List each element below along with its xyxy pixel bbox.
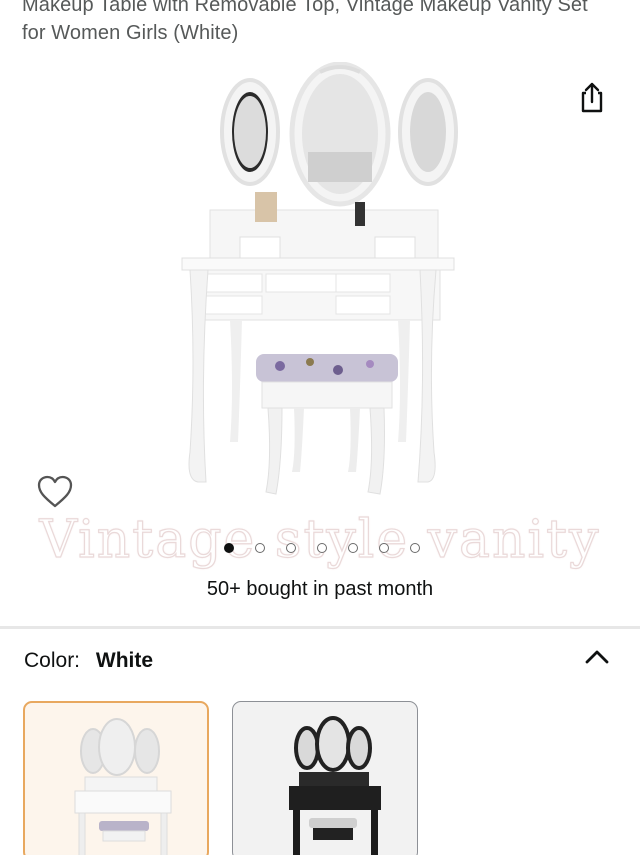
add-to-wishlist-button[interactable] <box>36 474 74 510</box>
swatch-image-white <box>74 718 172 855</box>
share-button[interactable] <box>576 80 608 114</box>
selected-color-value: White <box>95 649 154 672</box>
product-title-line-1: Makeup Table with Removable Top, Vintage… <box>22 0 588 16</box>
collapse-variations-button[interactable] <box>582 644 612 670</box>
carousel-dot[interactable] <box>224 543 234 553</box>
carousel-dot[interactable] <box>410 543 420 553</box>
image-watermark-text: Vintage style vanity <box>39 509 601 570</box>
color-label: Color: <box>24 649 81 672</box>
carousel-dot[interactable] <box>255 543 265 553</box>
carousel-dot[interactable] <box>317 543 327 553</box>
carousel-dot[interactable] <box>379 543 389 553</box>
carousel-dot[interactable] <box>348 543 358 553</box>
swatch-image-black <box>289 716 381 855</box>
product-image[interactable] <box>170 62 470 512</box>
section-divider <box>0 626 640 629</box>
heart-outline-icon <box>37 475 73 508</box>
product-title: Makeup Table with Removable Top, Vintage… <box>22 0 612 62</box>
color-variation-header: Color: White <box>24 649 153 673</box>
color-swatch-white[interactable] <box>23 701 209 855</box>
purchase-count-text: 50+ bought in past month <box>206 578 434 600</box>
chevron-up-icon <box>585 650 609 664</box>
product-title-line-2: for Women Girls (White) <box>22 22 239 44</box>
carousel-dot[interactable] <box>286 543 296 553</box>
share-icon <box>581 82 603 113</box>
color-swatch-black[interactable] <box>232 701 418 855</box>
image-carousel-dots[interactable] <box>224 543 420 553</box>
